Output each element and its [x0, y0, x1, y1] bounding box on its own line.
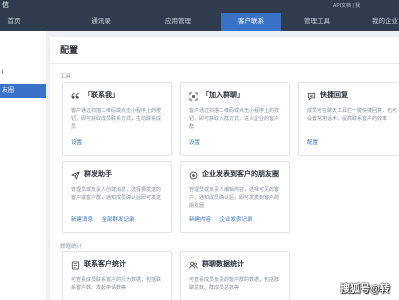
tab-management-tools[interactable]: 管理工具: [295, 13, 339, 31]
card-join-group: 「加入群聊」 客户通过扫描二维码或点击小程序上的按钮，即可获取入群方式，进入企业…: [180, 82, 290, 156]
card-title: 「加入群聊」: [202, 92, 244, 99]
top-header: 信 API文档 | 我 首页 通讯录 应用管理 客户联系 管理工具 我的企业: [0, 0, 399, 31]
new-content-link[interactable]: 新建内容: [189, 217, 211, 223]
card-moments: 企业发表到客户的朋友圈 管理员或负责人编辑内容，选择可见的客户，通知成员确认后，…: [180, 161, 290, 233]
card-description: 客户通过扫描二维码或点击小程序上的按钮，即可获取入群方式，进入企业的客户群: [189, 108, 280, 130]
tab-contacts[interactable]: 通讯录: [83, 13, 119, 31]
send-icon: [71, 170, 80, 180]
camera-icon: [189, 171, 198, 179]
sidebar: l 友圈: [0, 31, 46, 300]
card-description: 管理员或负责人编辑内容，选择可见的客户，通知成员确认后，即可发表到客户的朋友圈: [189, 187, 280, 209]
stats-icon: [71, 260, 80, 270]
card-contact-me: 「联系我」 客户通过扫描二维码或点击小程序上的按钮，即可获取成员联系方式，主动联…: [62, 82, 172, 156]
all-mass-records-link[interactable]: 全部群发记录: [102, 217, 135, 223]
card-description: 成员可在聊天工具栏一键快捷回复，也可设置常用话术，提高联系客户的效率: [307, 108, 398, 122]
card-description: 可查看成员负责的客户群的数据，包括群聊总数、群成员总数等: [189, 277, 280, 291]
watermark: 搜狐号@转: [340, 282, 399, 300]
card-description: 可查看成员联系客户的行为数据，包括联系客户数、发起申请数等: [71, 277, 162, 291]
card-mass-message: 群发助手 管理员或负责人创建消息，选择要发送的客户或客户群，通知成员确认后即可发…: [62, 161, 172, 233]
main-panel: 配置 工具 「联系我」 客户通过扫描二维码或点击小程序上的按钮，即可获取成员联系…: [50, 37, 399, 300]
card-title: 快捷回复: [320, 92, 348, 99]
tab-home[interactable]: 首页: [0, 13, 28, 31]
card-title: 「联系我」: [84, 92, 119, 99]
settings-link[interactable]: 设置: [71, 140, 82, 146]
tab-app-management[interactable]: 应用管理: [156, 13, 200, 31]
quote-icon: [71, 92, 79, 99]
card-quick-reply: 快捷回复 成员可在聊天工具栏一键快捷回复，也可设置常用话术，提高联系客户的效率 …: [298, 82, 399, 156]
card-title: 群聊数据统计: [202, 261, 244, 268]
new-message-link[interactable]: 新建消息: [71, 217, 93, 223]
card-description: 客户通过扫描二维码或点击小程序上的按钮，即可获取成员联系方式，主动联系成员: [71, 108, 162, 130]
card-contact-stats[interactable]: 联系客户统计 可查看成员联系客户的行为数据，包括联系客户数、发起申请数等: [62, 251, 172, 300]
group-stats-icon: [189, 261, 198, 269]
enterprise-post-records-link[interactable]: 企业发表记录: [220, 217, 253, 223]
card-group-stats[interactable]: 群聊数据统计 可查看成员负责的客户群的数据，包括群聊总数、群成员总数等: [180, 251, 290, 300]
card-title: 企业发表到客户的朋友圈: [202, 171, 279, 178]
tab-my-enterprise[interactable]: 我的企业: [364, 13, 399, 31]
logo-text[interactable]: 信: [2, 1, 9, 11]
settings-link[interactable]: 设置: [189, 140, 200, 146]
top-right-links[interactable]: API文档 | 我: [333, 2, 360, 10]
chat-bubble-icon: [307, 92, 316, 100]
watermark-text: 搜狐号@转: [340, 284, 390, 295]
tab-customer-contact[interactable]: 客户联系: [221, 13, 281, 31]
section-label-statistics: 数据统计: [60, 244, 83, 250]
page-title: 配置: [60, 45, 79, 55]
card-description: 管理员或负责人创建消息，选择要发送的客户或客户群，通知成员确认后即可发送: [71, 187, 162, 201]
sidebar-item-active[interactable]: 友圈: [0, 84, 46, 98]
card-title: 联系客户统计: [84, 261, 126, 268]
sidebar-item[interactable]: l: [0, 67, 46, 79]
configure-link[interactable]: 配置: [307, 140, 318, 146]
title-divider: [50, 63, 399, 64]
card-title: 群发助手: [84, 171, 112, 178]
qr-scan-icon: [189, 91, 198, 101]
section-label-tools: 工具: [60, 74, 72, 80]
